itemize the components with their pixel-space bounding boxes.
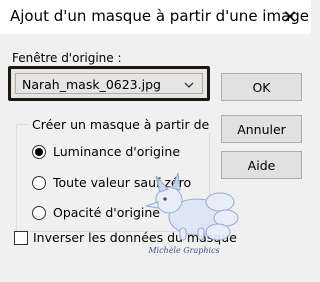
radio-button[interactable] — [32, 205, 46, 220]
help-button[interactable]: Aide — [221, 151, 302, 179]
create-mask-group-title: Créer un masque à partir de — [28, 117, 214, 132]
source-window-select[interactable]: Narah_mask_0623.jpg — [15, 73, 203, 94]
title-bar: Ajout d'un masque à partir d'une image ✕ — [0, 0, 311, 34]
chevron-down-icon — [184, 82, 194, 88]
radio-label: Opacité d'origine — [53, 205, 160, 220]
close-icon[interactable]: ✕ — [269, 0, 311, 34]
source-window-value: Narah_mask_0623.jpg — [22, 77, 161, 92]
radio-opacity[interactable]: Opacité d'origine — [32, 205, 160, 220]
radio-selected-dot — [35, 147, 43, 156]
radio-label: Luminance d'origine — [53, 144, 181, 159]
radio-label: Toute valeur sauf zéro — [53, 175, 192, 190]
invert-mask-checkbox[interactable] — [14, 230, 28, 245]
radio-button[interactable] — [32, 175, 46, 190]
radio-button[interactable] — [32, 144, 46, 159]
radio-any-nonzero[interactable]: Toute valeur sauf zéro — [32, 175, 191, 190]
invert-mask-label: Inverser les données du masque — [33, 230, 237, 245]
source-window-label: Fenêtre d'origine : — [12, 51, 122, 65]
cancel-button[interactable]: Annuler — [221, 115, 302, 143]
svg-text:Michèle Graphics: Michèle Graphics — [147, 246, 219, 255]
invert-mask-option[interactable]: Inverser les données du masque — [14, 230, 237, 245]
ok-button[interactable]: OK — [221, 73, 302, 101]
source-window-select-frame: Narah_mask_0623.jpg — [8, 66, 210, 101]
dialog-title: Ajout d'un masque à partir d'une image — [10, 7, 310, 25]
radio-luminance[interactable]: Luminance d'origine — [32, 144, 180, 159]
